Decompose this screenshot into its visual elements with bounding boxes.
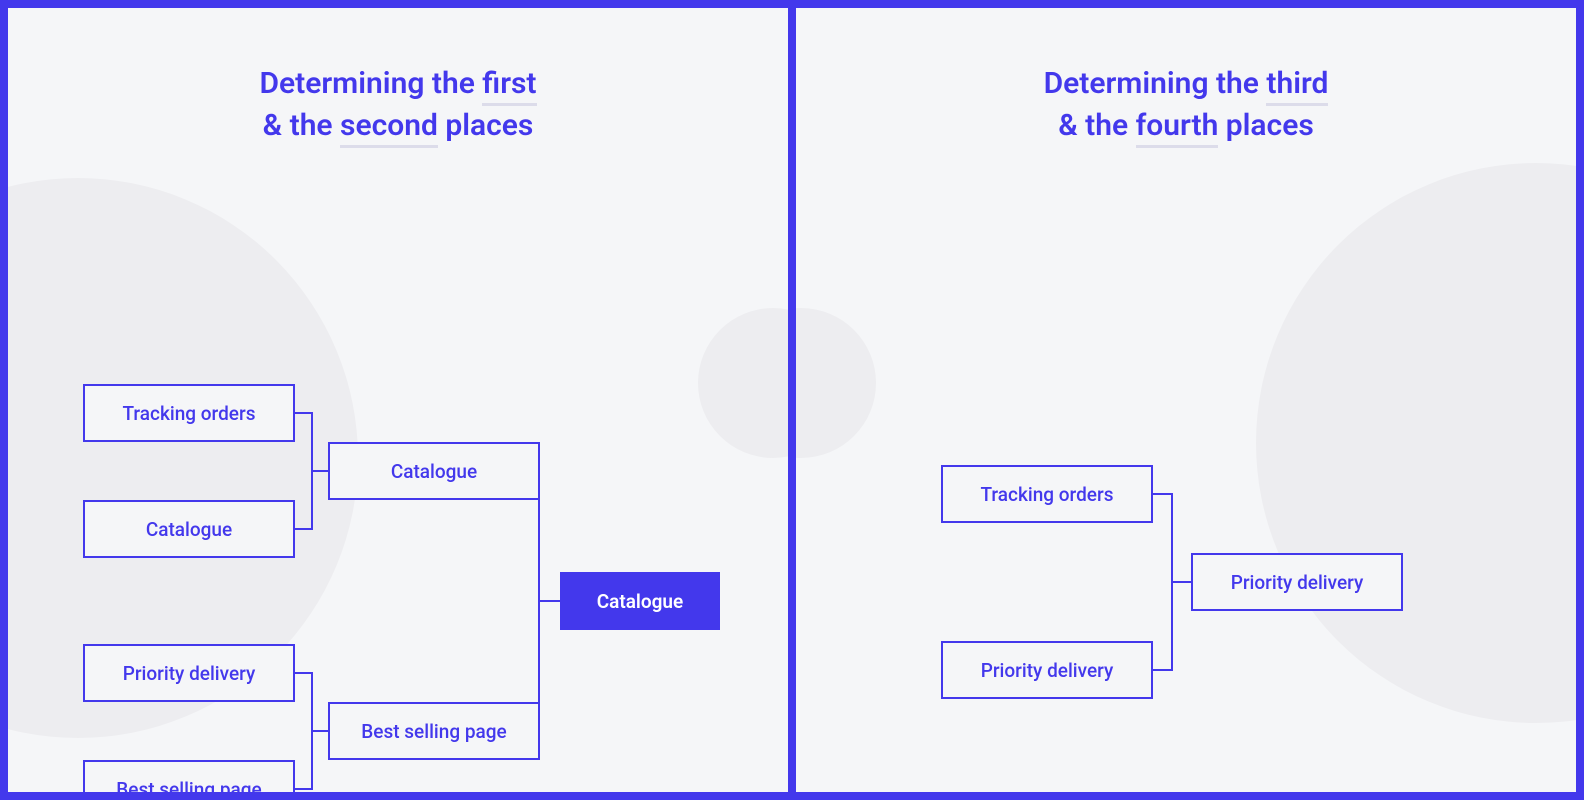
bracket-winner: Catalogue <box>560 572 720 630</box>
heading-text-underline: fourth <box>1136 108 1219 148</box>
bracket-node: Priority delivery <box>83 644 295 702</box>
deco-circle <box>698 308 788 458</box>
bracket-node: Catalogue <box>83 500 295 558</box>
deco-circle <box>1256 163 1576 723</box>
heading-text: Determining the <box>1044 66 1267 101</box>
panel-left: Determining the first & the second place… <box>8 8 788 792</box>
heading-text-underline: third <box>1266 66 1328 106</box>
heading-left: Determining the first & the second place… <box>8 63 788 147</box>
bracket-node: Priority delivery <box>941 641 1153 699</box>
heading-text: places <box>438 108 533 143</box>
heading-text: & the <box>1058 108 1135 143</box>
bracket-node: Priority delivery <box>1191 553 1403 611</box>
connector <box>1171 581 1191 583</box>
bracket-node: Catalogue <box>328 442 540 500</box>
heading-text: places <box>1218 108 1313 143</box>
heading-text-underline: first <box>482 66 536 106</box>
heading-text: & the <box>263 108 340 143</box>
panel-right: Determining the third & the fourth place… <box>796 8 1576 792</box>
connector <box>538 600 560 602</box>
connector <box>311 470 328 472</box>
heading-text: Determining the <box>259 66 482 101</box>
bracket-node: Best selling page <box>328 702 540 760</box>
connector <box>311 730 328 732</box>
bracket-node: Best selling page <box>83 760 295 792</box>
deco-circle <box>796 308 876 458</box>
connector <box>1153 493 1173 495</box>
heading-text-underline: second <box>340 108 438 148</box>
bracket-node: Tracking orders <box>83 384 295 442</box>
heading-right: Determining the third & the fourth place… <box>796 63 1576 147</box>
bracket-node: Tracking orders <box>941 465 1153 523</box>
connector <box>1153 669 1173 671</box>
